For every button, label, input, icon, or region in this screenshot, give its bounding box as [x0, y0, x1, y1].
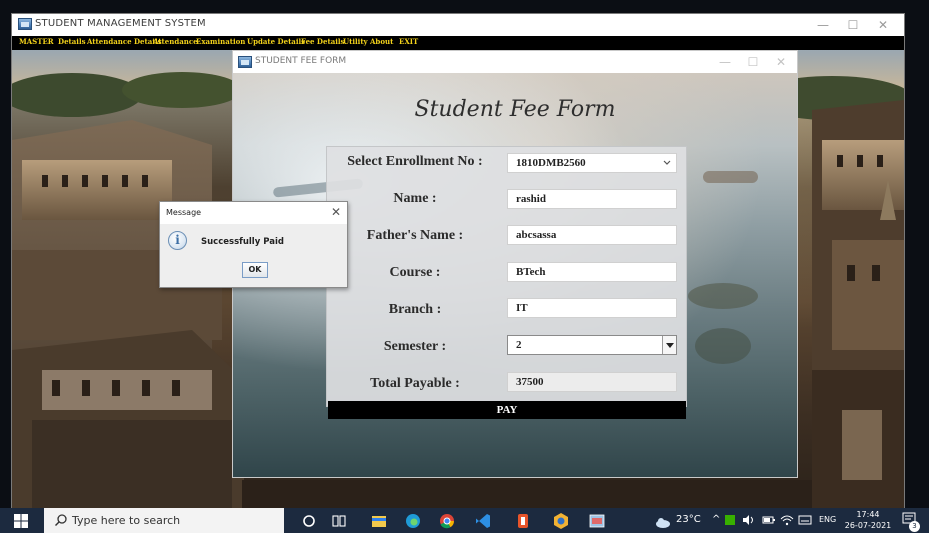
fee-form-heading: Student Fee Form: [414, 97, 616, 122]
message-text: Successfully Paid: [201, 237, 284, 247]
menu-fee-details[interactable]: Fee Details: [301, 37, 344, 46]
fee-form-title: STUDENT FEE FORM: [255, 56, 347, 66]
ok-button[interactable]: OK: [242, 262, 268, 278]
fee-maximize-button[interactable]: ☐: [739, 53, 767, 71]
name-label: Name :: [393, 191, 437, 206]
java-app-icon[interactable]: [588, 512, 606, 530]
minimize-button[interactable]: —: [808, 16, 838, 34]
menu-exit[interactable]: EXIT: [399, 37, 418, 46]
taskbar: Type here to search 23°C ^ ENG 17:44 26-…: [0, 508, 929, 533]
pay-button[interactable]: PAY: [328, 401, 686, 419]
semester-select[interactable]: 2: [507, 335, 677, 355]
menu-utility[interactable]: Utility: [343, 37, 368, 46]
menu-master[interactable]: MASTER: [19, 37, 54, 46]
background-streak: [688, 283, 758, 309]
fee-minimize-button[interactable]: —: [711, 53, 739, 71]
semester-value: 2: [516, 339, 522, 351]
background-streak: [703, 171, 758, 183]
cortana-icon[interactable]: [300, 512, 318, 530]
keyboard-icon[interactable]: [798, 514, 812, 526]
caret-down-icon: [666, 343, 674, 348]
fee-form-titlebar[interactable]: STUDENT FEE FORM — ☐ ✕: [233, 51, 797, 73]
weather-temperature[interactable]: 23°C: [676, 514, 701, 525]
branch-label: Branch :: [388, 302, 442, 317]
menu-details[interactable]: Details: [58, 37, 86, 46]
show-hidden-icons-icon[interactable]: ^: [712, 514, 720, 525]
semester-dropdown-button[interactable]: [662, 336, 676, 354]
file-explorer-icon[interactable]: [370, 512, 388, 530]
office-icon[interactable]: [514, 512, 532, 530]
fee-form-logo-icon: [238, 56, 252, 68]
enrollment-select[interactable]: 1810DMB2560: [507, 153, 677, 173]
chevron-down-icon: [663, 160, 671, 165]
name-field[interactable]: rashid: [507, 189, 677, 209]
enrollment-label: Select Enrollment No :: [347, 154, 483, 169]
windows-start-icon[interactable]: [13, 513, 29, 529]
app-logo-icon: [18, 18, 32, 30]
total-payable-label: Total Payable :: [370, 376, 460, 391]
close-button[interactable]: ✕: [868, 16, 898, 34]
security-tray-icon[interactable]: [724, 514, 736, 526]
enrollment-value: 1810DMB2560: [516, 157, 586, 169]
edge-icon[interactable]: [404, 512, 422, 530]
chrome-icon[interactable]: [438, 512, 456, 530]
course-label: Course :: [389, 265, 441, 280]
search-icon: [55, 514, 67, 526]
branch-field[interactable]: IT: [507, 298, 677, 318]
volume-icon[interactable]: [742, 514, 756, 526]
menu-attendance-details[interactable]: Attendance Details: [87, 37, 162, 46]
total-payable-field: 37500: [507, 372, 677, 392]
father-name-label: Father's Name :: [366, 228, 464, 243]
clock-date[interactable]: 26-07-2021: [842, 521, 894, 530]
fee-form-panel: Select Enrollment No : 1810DMB2560 Name …: [326, 146, 687, 419]
menu-attendance[interactable]: Attendance: [153, 37, 198, 46]
wifi-icon[interactable]: [780, 514, 794, 526]
language-indicator[interactable]: ENG: [819, 515, 836, 524]
course-field[interactable]: BTech: [507, 262, 677, 282]
app-icon[interactable]: [552, 512, 570, 530]
screen: STUDENT MANAGEMENT SYSTEM — ☐ ✕ MASTER D…: [0, 0, 929, 533]
message-dialog: Message ✕ i Successfully Paid OK: [159, 201, 348, 288]
main-titlebar[interactable]: STUDENT MANAGEMENT SYSTEM — ☐ ✕: [12, 14, 904, 36]
background-streak: [695, 328, 751, 364]
semester-label: Semester :: [383, 339, 447, 354]
notification-count-badge: 3: [909, 521, 920, 532]
clock-time[interactable]: 17:44: [848, 510, 888, 519]
weather-cloud-icon[interactable]: [654, 513, 672, 531]
search-placeholder: Type here to search: [72, 514, 181, 527]
battery-icon[interactable]: [762, 514, 776, 526]
maximize-button[interactable]: ☐: [838, 16, 868, 34]
fee-close-button[interactable]: ✕: [767, 53, 795, 71]
message-title: Message: [166, 208, 202, 217]
message-close-button[interactable]: ✕: [331, 205, 341, 219]
main-window-title: STUDENT MANAGEMENT SYSTEM: [35, 18, 206, 29]
message-titlebar[interactable]: Message ✕: [160, 202, 347, 224]
menu-examination[interactable]: Examination: [196, 37, 245, 46]
menu-about[interactable]: About: [370, 37, 393, 46]
task-view-icon[interactable]: [330, 512, 348, 530]
father-name-field[interactable]: abcsassa: [507, 225, 677, 245]
vscode-icon[interactable]: [474, 512, 492, 530]
message-body: i Successfully Paid OK: [160, 224, 347, 287]
taskbar-search-box[interactable]: Type here to search: [44, 508, 284, 533]
menu-update-details[interactable]: Update Details: [247, 37, 305, 46]
menubar: MASTER Details Attendance Details Attend…: [12, 36, 904, 50]
info-icon: i: [168, 231, 187, 250]
